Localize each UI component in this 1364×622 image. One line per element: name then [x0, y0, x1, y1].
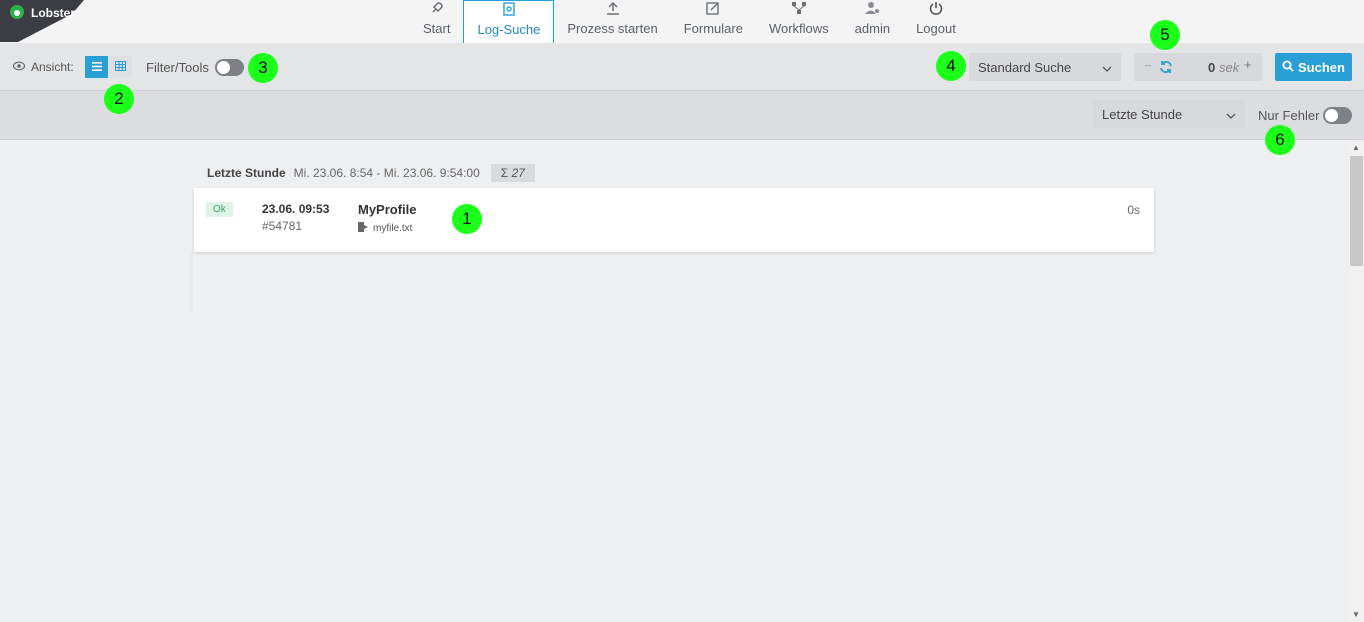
- scroll-down-icon[interactable]: ▼: [1352, 610, 1360, 619]
- callout-1: 1: [452, 204, 482, 234]
- group-range: Mi. 23.06. 8:54 - Mi. 23.06. 9:54:00: [293, 166, 480, 180]
- search-button[interactable]: Suchen: [1275, 53, 1352, 81]
- nav-log-suche-label: Log-Suche: [477, 22, 541, 37]
- table-icon: [115, 58, 126, 76]
- lobster-logo[interactable]: Lobster: [0, 0, 84, 42]
- filter-bar: Letzte Stunde Nur Fehler: [0, 91, 1364, 140]
- nav-logout-label: Logout: [916, 21, 956, 36]
- nav-workflows-label: Workflows: [768, 21, 829, 36]
- entry-date: 23.06. 09:53: [262, 202, 330, 216]
- errors-only-toggle[interactable]: [1323, 107, 1352, 124]
- entry-duration: 0s: [1127, 203, 1140, 217]
- scroll-thumb[interactable]: [1350, 156, 1363, 266]
- status-badge: Ok: [206, 202, 233, 217]
- nav-logout[interactable]: Logout: [903, 0, 969, 42]
- refresh-interval-stepper[interactable]: − 0 sek +: [1134, 53, 1262, 81]
- refresh-unit: sek: [1219, 60, 1240, 75]
- callout-5: 5: [1150, 20, 1180, 50]
- eye-icon: [12, 60, 26, 74]
- time-range-select[interactable]: Letzte Stunde: [1093, 100, 1245, 128]
- chevron-down-icon: [1102, 60, 1112, 75]
- callout-6: 6: [1265, 125, 1295, 155]
- filter-tools-label: Filter/Tools: [146, 60, 209, 75]
- scrollbar[interactable]: ▲ ▼: [1349, 140, 1364, 622]
- increment-button[interactable]: +: [1244, 57, 1252, 72]
- entry-file: myfile.txt: [358, 222, 412, 235]
- result-group-header: Letzte Stunde Mi. 23.06. 8:54 - Mi. 23.0…: [207, 164, 535, 182]
- table-view-button[interactable]: [109, 56, 132, 78]
- rocket-icon: [430, 0, 444, 16]
- count-value: 27: [511, 166, 525, 180]
- nav-prozess-starten[interactable]: Prozess starten: [554, 0, 670, 42]
- list-view-button[interactable]: [85, 56, 108, 78]
- log-entry-card[interactable]: Ok 23.06. 09:53 #54781 MyProfile myfile.…: [194, 188, 1154, 252]
- logo-text: Lobster: [31, 6, 76, 20]
- view-label: Ansicht:: [12, 60, 74, 74]
- refresh-value[interactable]: 0: [1208, 60, 1215, 75]
- callout-2: 2: [104, 84, 134, 114]
- nav-bar: Start Log-Suche Prozess starten Formular…: [410, 0, 969, 43]
- callout-3: 3: [248, 53, 278, 83]
- nav-formulare-label: Formulare: [683, 21, 743, 36]
- entry-profile: MyProfile: [358, 202, 417, 217]
- list-icon: [91, 58, 102, 76]
- entry-id: #54781: [262, 219, 303, 233]
- toolbar: Ansicht: Filter/Tools Standard Suche − 0…: [0, 43, 1364, 91]
- count-badge: Σ 27: [490, 164, 535, 182]
- upload-icon: [606, 0, 620, 16]
- document-search-icon: [503, 1, 515, 17]
- nav-prozess-starten-label: Prozess starten: [567, 21, 658, 36]
- callout-4: 4: [936, 51, 966, 81]
- search-preset-select[interactable]: Standard Suche: [969, 53, 1121, 81]
- entry-file-name: myfile.txt: [373, 223, 413, 234]
- chevron-down-icon: [1226, 107, 1236, 122]
- file-arrow-icon: [358, 222, 369, 235]
- filter-tools-toggle[interactable]: [215, 59, 244, 76]
- nav-start[interactable]: Start: [410, 0, 463, 42]
- errors-only-label: Nur Fehler: [1258, 108, 1320, 123]
- search-button-label: Suchen: [1298, 59, 1345, 75]
- nav-formulare[interactable]: Formulare: [671, 0, 756, 42]
- nav-admin[interactable]: admin: [842, 0, 903, 42]
- nav-start-label: Start: [423, 21, 451, 36]
- nav-log-suche[interactable]: Log-Suche: [463, 0, 555, 43]
- power-icon: [929, 0, 943, 16]
- nav-admin-label: admin: [854, 21, 891, 36]
- sum-icon: Σ: [500, 166, 509, 180]
- scroll-up-icon[interactable]: ▲: [1352, 143, 1360, 152]
- user-gear-icon: [865, 0, 880, 16]
- edit-icon: [706, 0, 720, 16]
- search-icon: [1282, 60, 1294, 75]
- workflow-icon: [791, 0, 806, 16]
- nav-workflows[interactable]: Workflows: [756, 0, 842, 42]
- search-preset-value: Standard Suche: [978, 59, 1072, 75]
- view-label-text: Ansicht:: [31, 60, 74, 74]
- panel-edge: [190, 252, 193, 312]
- decrement-button[interactable]: −: [1144, 58, 1152, 73]
- refresh-icon[interactable]: [1159, 60, 1173, 77]
- group-title: Letzte Stunde: [207, 166, 286, 180]
- time-range-value: Letzte Stunde: [1102, 106, 1183, 122]
